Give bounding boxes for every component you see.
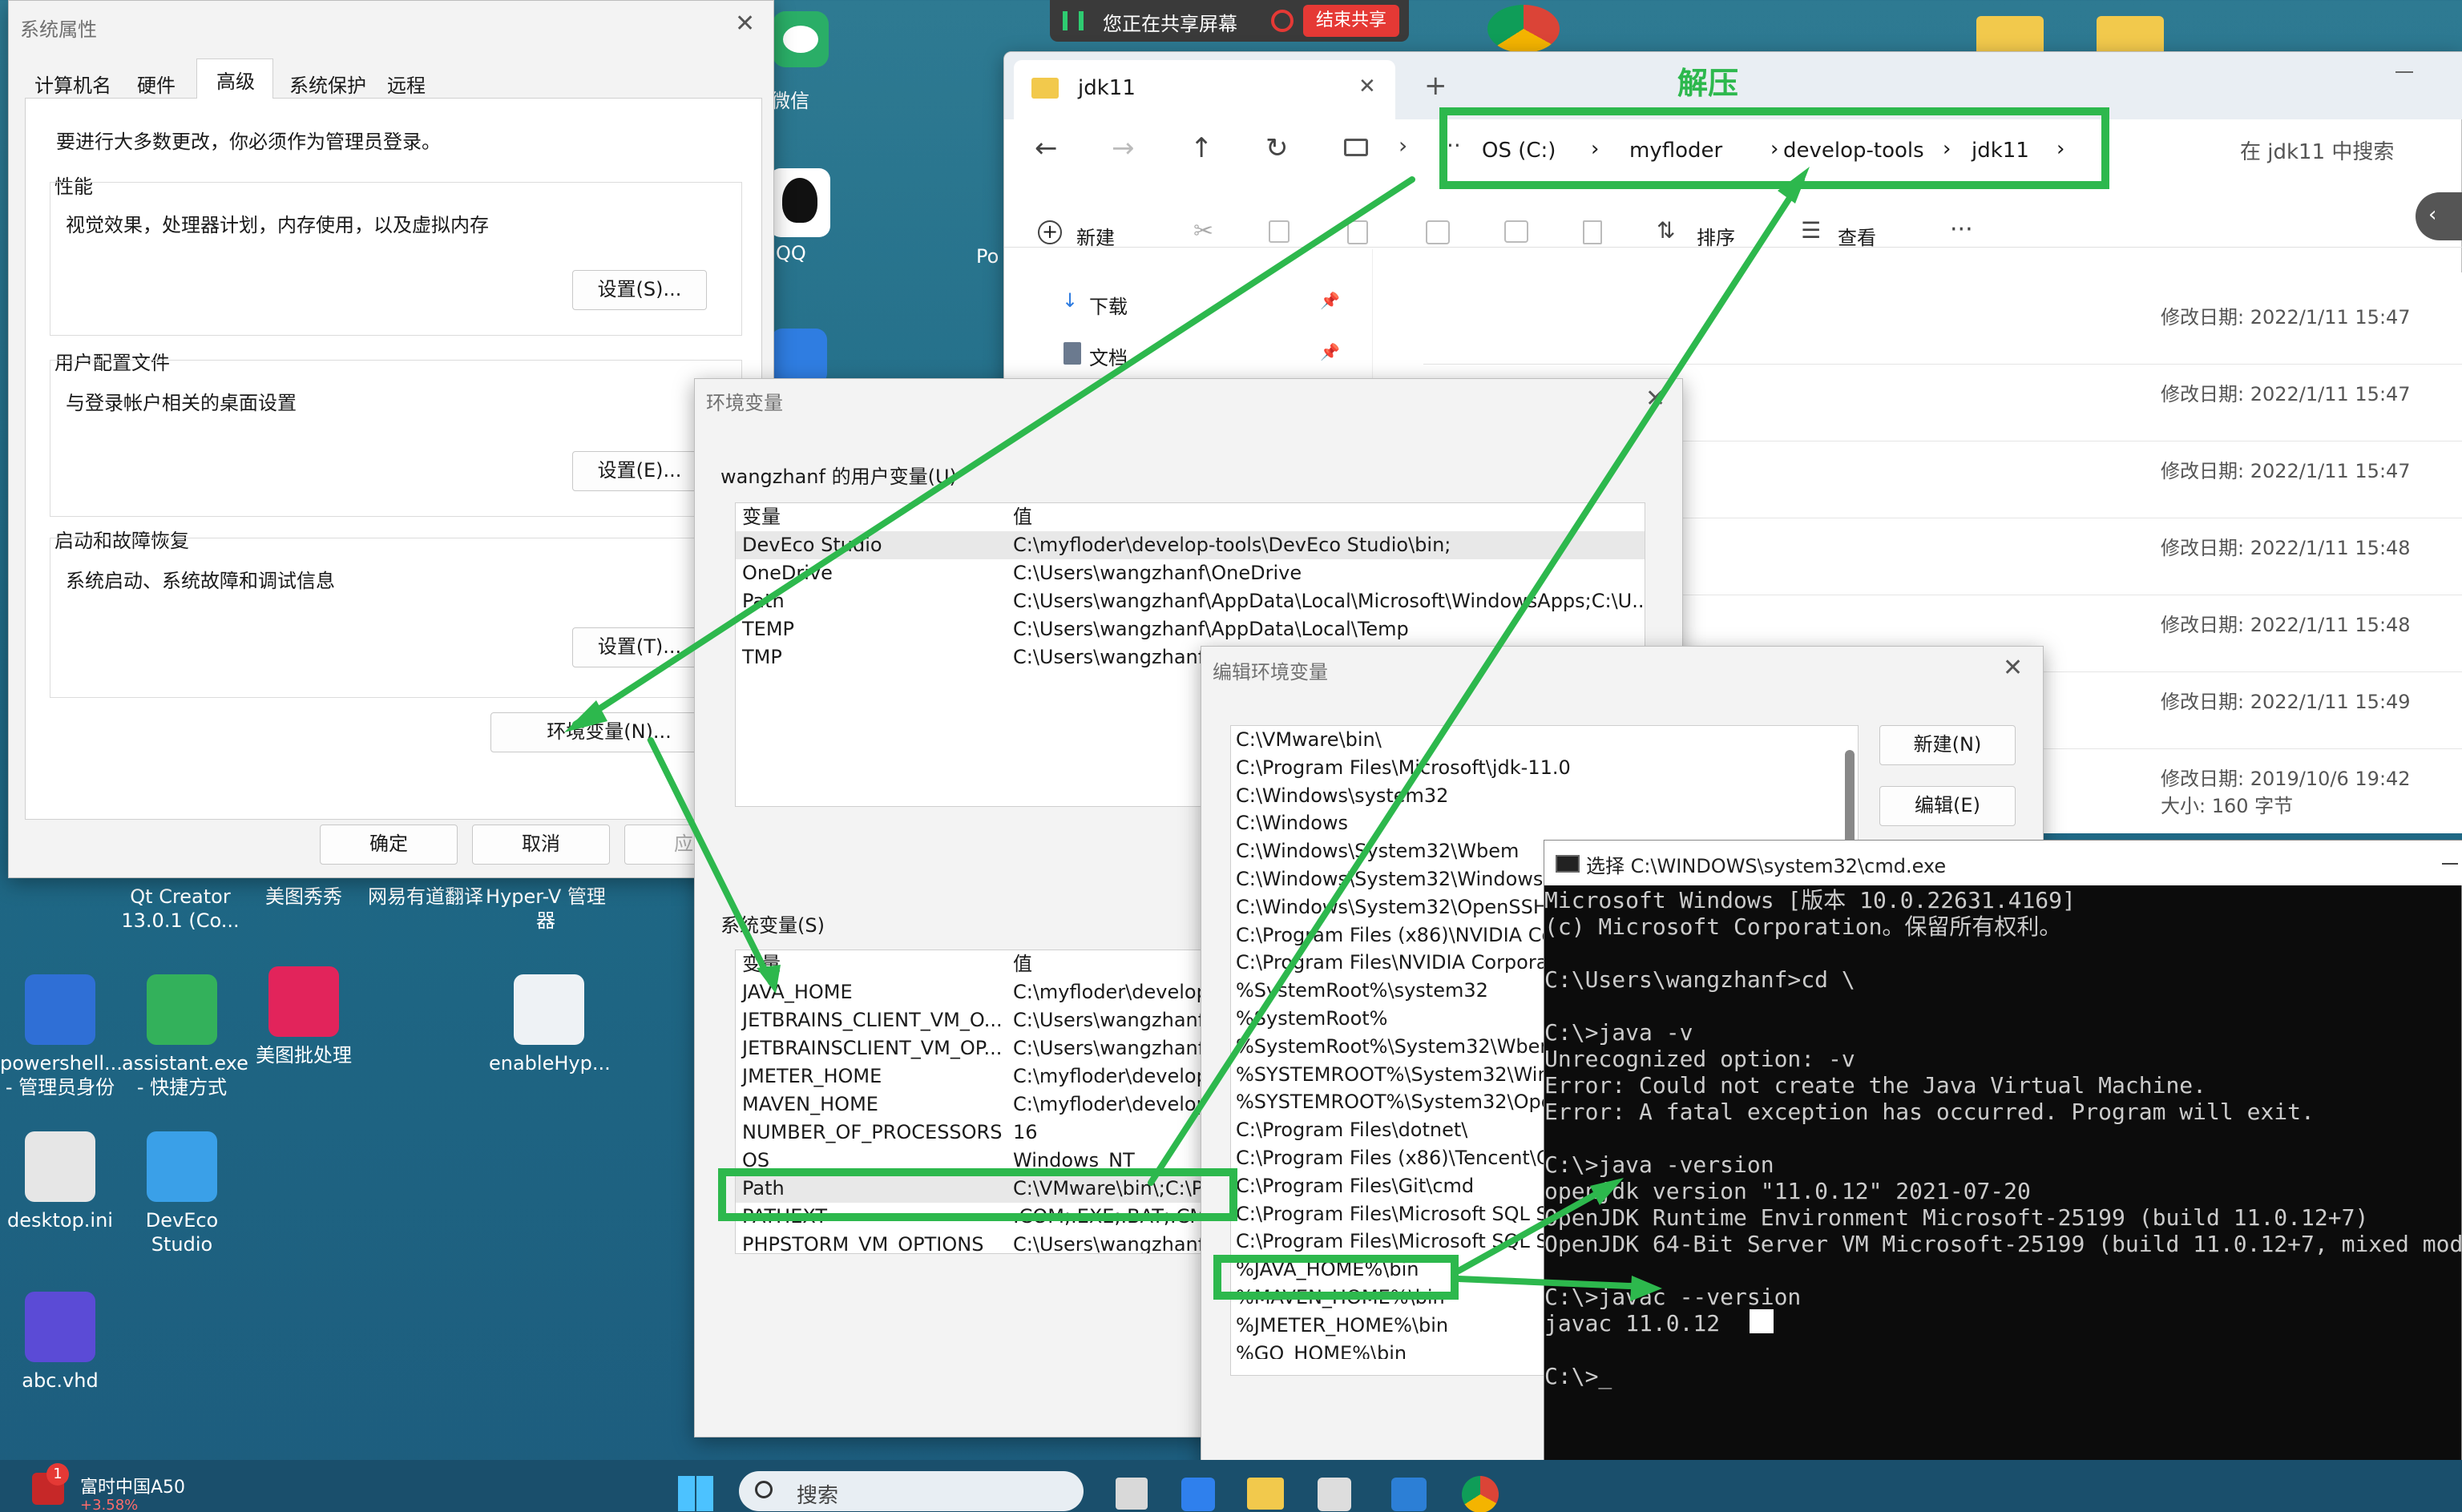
stock-change: +3.58%: [80, 1497, 139, 1512]
taskbar: 1 富时中国A50 +3.58% 搜索: [0, 1460, 2462, 1512]
search-bar[interactable]: 搜索: [739, 1471, 1084, 1511]
start-icon[interactable]: [678, 1476, 713, 1511]
arrow: [572, 176, 1415, 728]
file-explorer-icon[interactable]: [1247, 1478, 1284, 1510]
task-view-icon[interactable]: [1116, 1478, 1148, 1510]
arrow: [648, 737, 774, 986]
search-icon: [755, 1481, 773, 1498]
chrome-icon[interactable]: [1462, 1476, 1499, 1512]
arrowhead: [1630, 1276, 1662, 1301]
app-icon[interactable]: [1181, 1478, 1215, 1511]
notification-badge: 1: [46, 1463, 69, 1486]
arrowhead: [757, 965, 781, 994]
arrowhead: [1590, 1178, 1624, 1205]
search-placeholder: 搜索: [797, 1484, 839, 1508]
arrow: [1148, 176, 1805, 1186]
arrow: [1455, 1183, 1614, 1274]
arrow: [1455, 1276, 1653, 1290]
stock-name[interactable]: 富时中国A50: [80, 1473, 185, 1498]
annotation-arrows: [564, 167, 1810, 1301]
app-icon[interactable]: [1318, 1478, 1351, 1511]
app-icon[interactable]: [1391, 1478, 1427, 1511]
arrowhead: [1778, 167, 1810, 204]
